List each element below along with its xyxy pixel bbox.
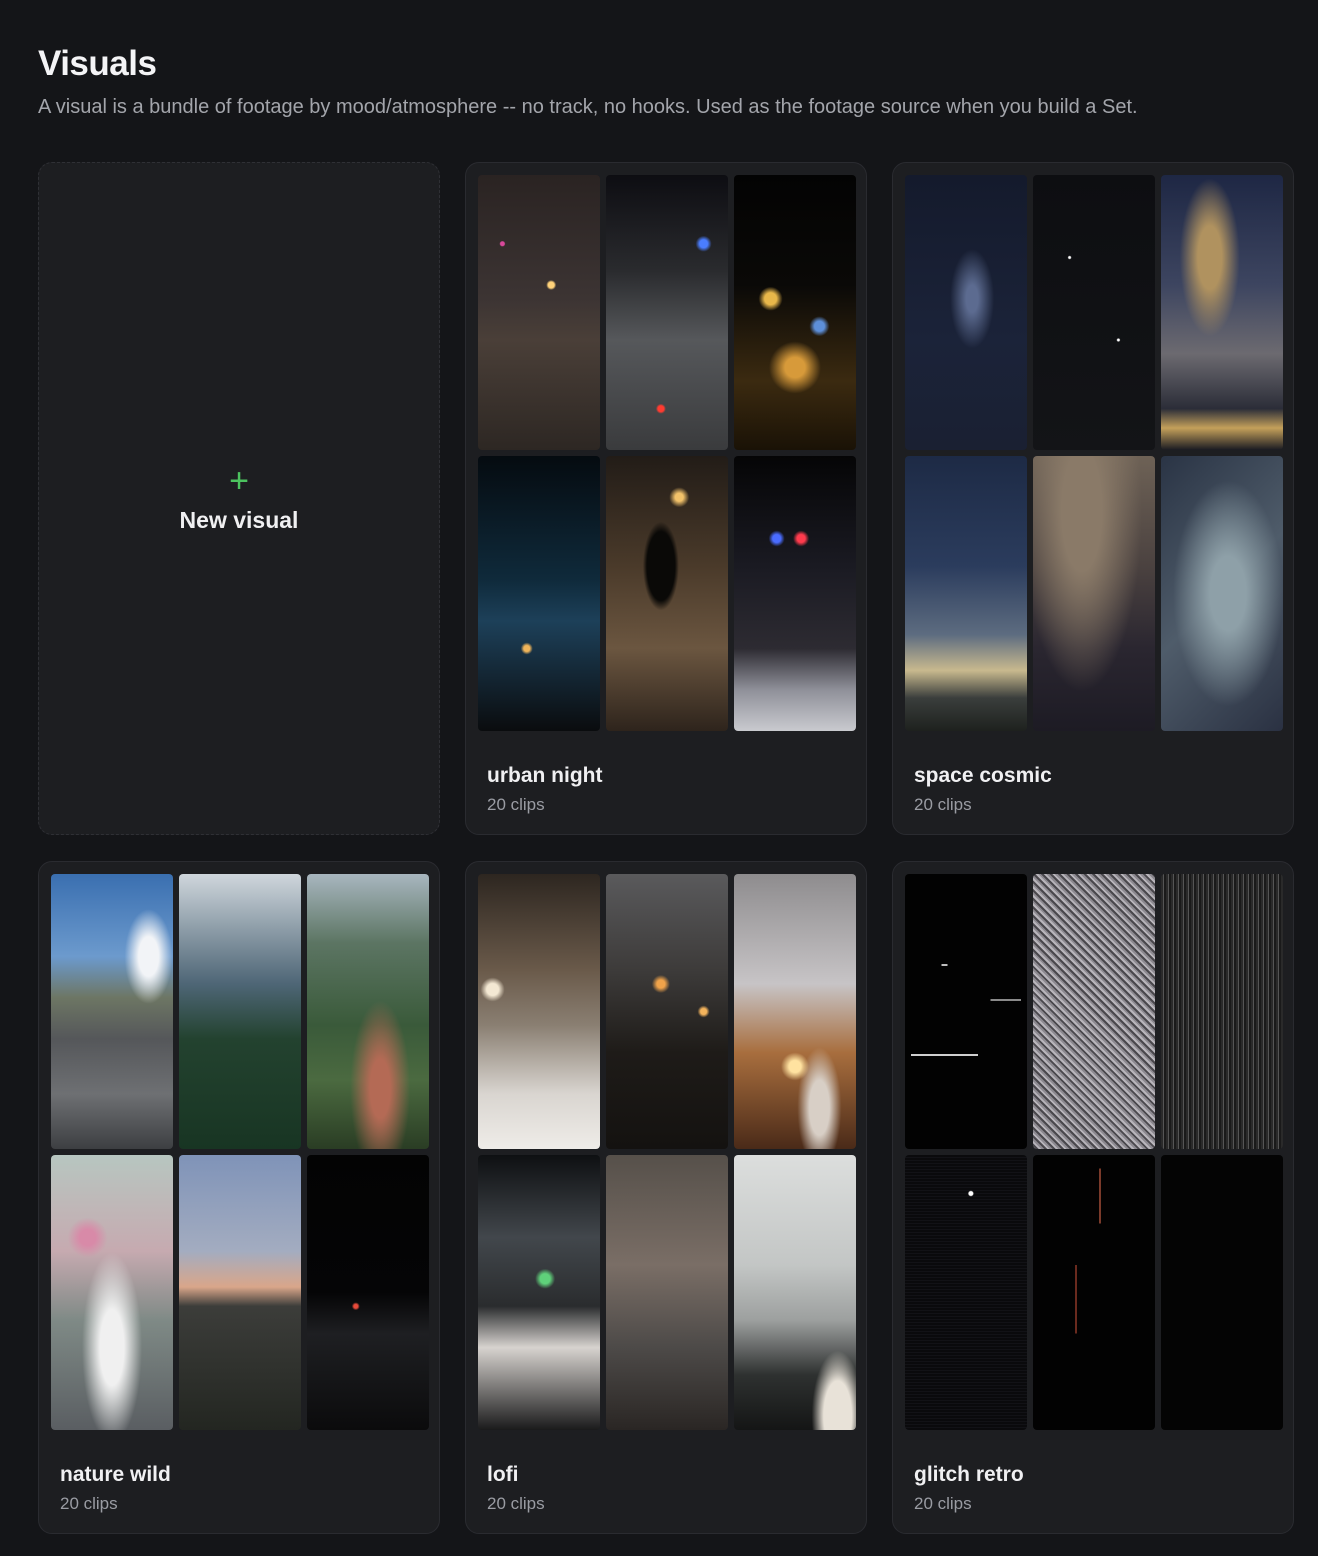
clip-thumbnail (51, 1155, 173, 1430)
clip-thumbnail-grid (905, 175, 1283, 731)
visual-clip-count: 20 clips (60, 1494, 118, 1513)
clip-thumbnail-grid (478, 874, 856, 1430)
clip-thumbnail (478, 1155, 600, 1430)
clip-thumbnail (606, 175, 728, 450)
clip-thumbnail-grid (905, 874, 1283, 1430)
visual-title: nature wild (60, 1463, 171, 1486)
new-visual-label: New visual (179, 507, 299, 533)
clip-thumbnail (1033, 1155, 1155, 1430)
visual-title: urban night (487, 764, 603, 787)
plus-icon: + (229, 462, 249, 500)
page-title: Visuals (38, 44, 157, 83)
clip-thumbnail (734, 874, 856, 1149)
clip-thumbnail (1033, 175, 1155, 450)
clip-thumbnail (1161, 456, 1283, 731)
clip-thumbnail (606, 874, 728, 1149)
clip-thumbnail (1161, 175, 1283, 450)
visual-title: space cosmic (914, 764, 1052, 787)
clip-thumbnail (606, 1155, 728, 1430)
clip-thumbnail (905, 874, 1027, 1149)
visual-clip-count: 20 clips (914, 1494, 972, 1513)
clip-thumbnail (478, 456, 600, 731)
clip-thumbnail (734, 456, 856, 731)
clip-thumbnail (1161, 1155, 1283, 1430)
clip-thumbnail (734, 1155, 856, 1430)
clip-thumbnail (734, 175, 856, 450)
clip-thumbnail (179, 874, 301, 1149)
visual-title: lofi (487, 1463, 519, 1486)
visual-card-glitch-retro[interactable]: glitch retro 20 clips (892, 861, 1294, 1534)
clip-thumbnail (1033, 456, 1155, 731)
clip-thumbnail (307, 1155, 429, 1430)
clip-thumbnail-grid (478, 175, 856, 731)
clip-thumbnail (51, 874, 173, 1149)
page-subtitle: A visual is a bundle of footage by mood/… (38, 96, 1138, 118)
clip-thumbnail (478, 175, 600, 450)
clip-thumbnail (905, 456, 1027, 731)
visual-card-space-cosmic[interactable]: space cosmic 20 clips (892, 162, 1294, 835)
visual-card-urban-night[interactable]: urban night 20 clips (465, 162, 867, 835)
visual-clip-count: 20 clips (487, 1494, 545, 1513)
clip-thumbnail (1033, 874, 1155, 1149)
new-visual-content: + New visual (39, 463, 439, 534)
clip-thumbnail (307, 874, 429, 1149)
clip-thumbnail-grid (51, 874, 429, 1430)
clip-thumbnail (905, 175, 1027, 450)
clip-thumbnail (1161, 874, 1283, 1149)
visual-card-nature-wild[interactable]: nature wild 20 clips (38, 861, 440, 1534)
visuals-grid: + New visual urban night 20 clips space … (38, 162, 1294, 1534)
visual-card-lofi[interactable]: lofi 20 clips (465, 861, 867, 1534)
visual-clip-count: 20 clips (914, 795, 972, 814)
clip-thumbnail (905, 1155, 1027, 1430)
visual-clip-count: 20 clips (487, 795, 545, 814)
visual-title: glitch retro (914, 1463, 1024, 1486)
new-visual-card[interactable]: + New visual (38, 162, 440, 835)
clip-thumbnail (179, 1155, 301, 1430)
clip-thumbnail (478, 874, 600, 1149)
clip-thumbnail (606, 456, 728, 731)
